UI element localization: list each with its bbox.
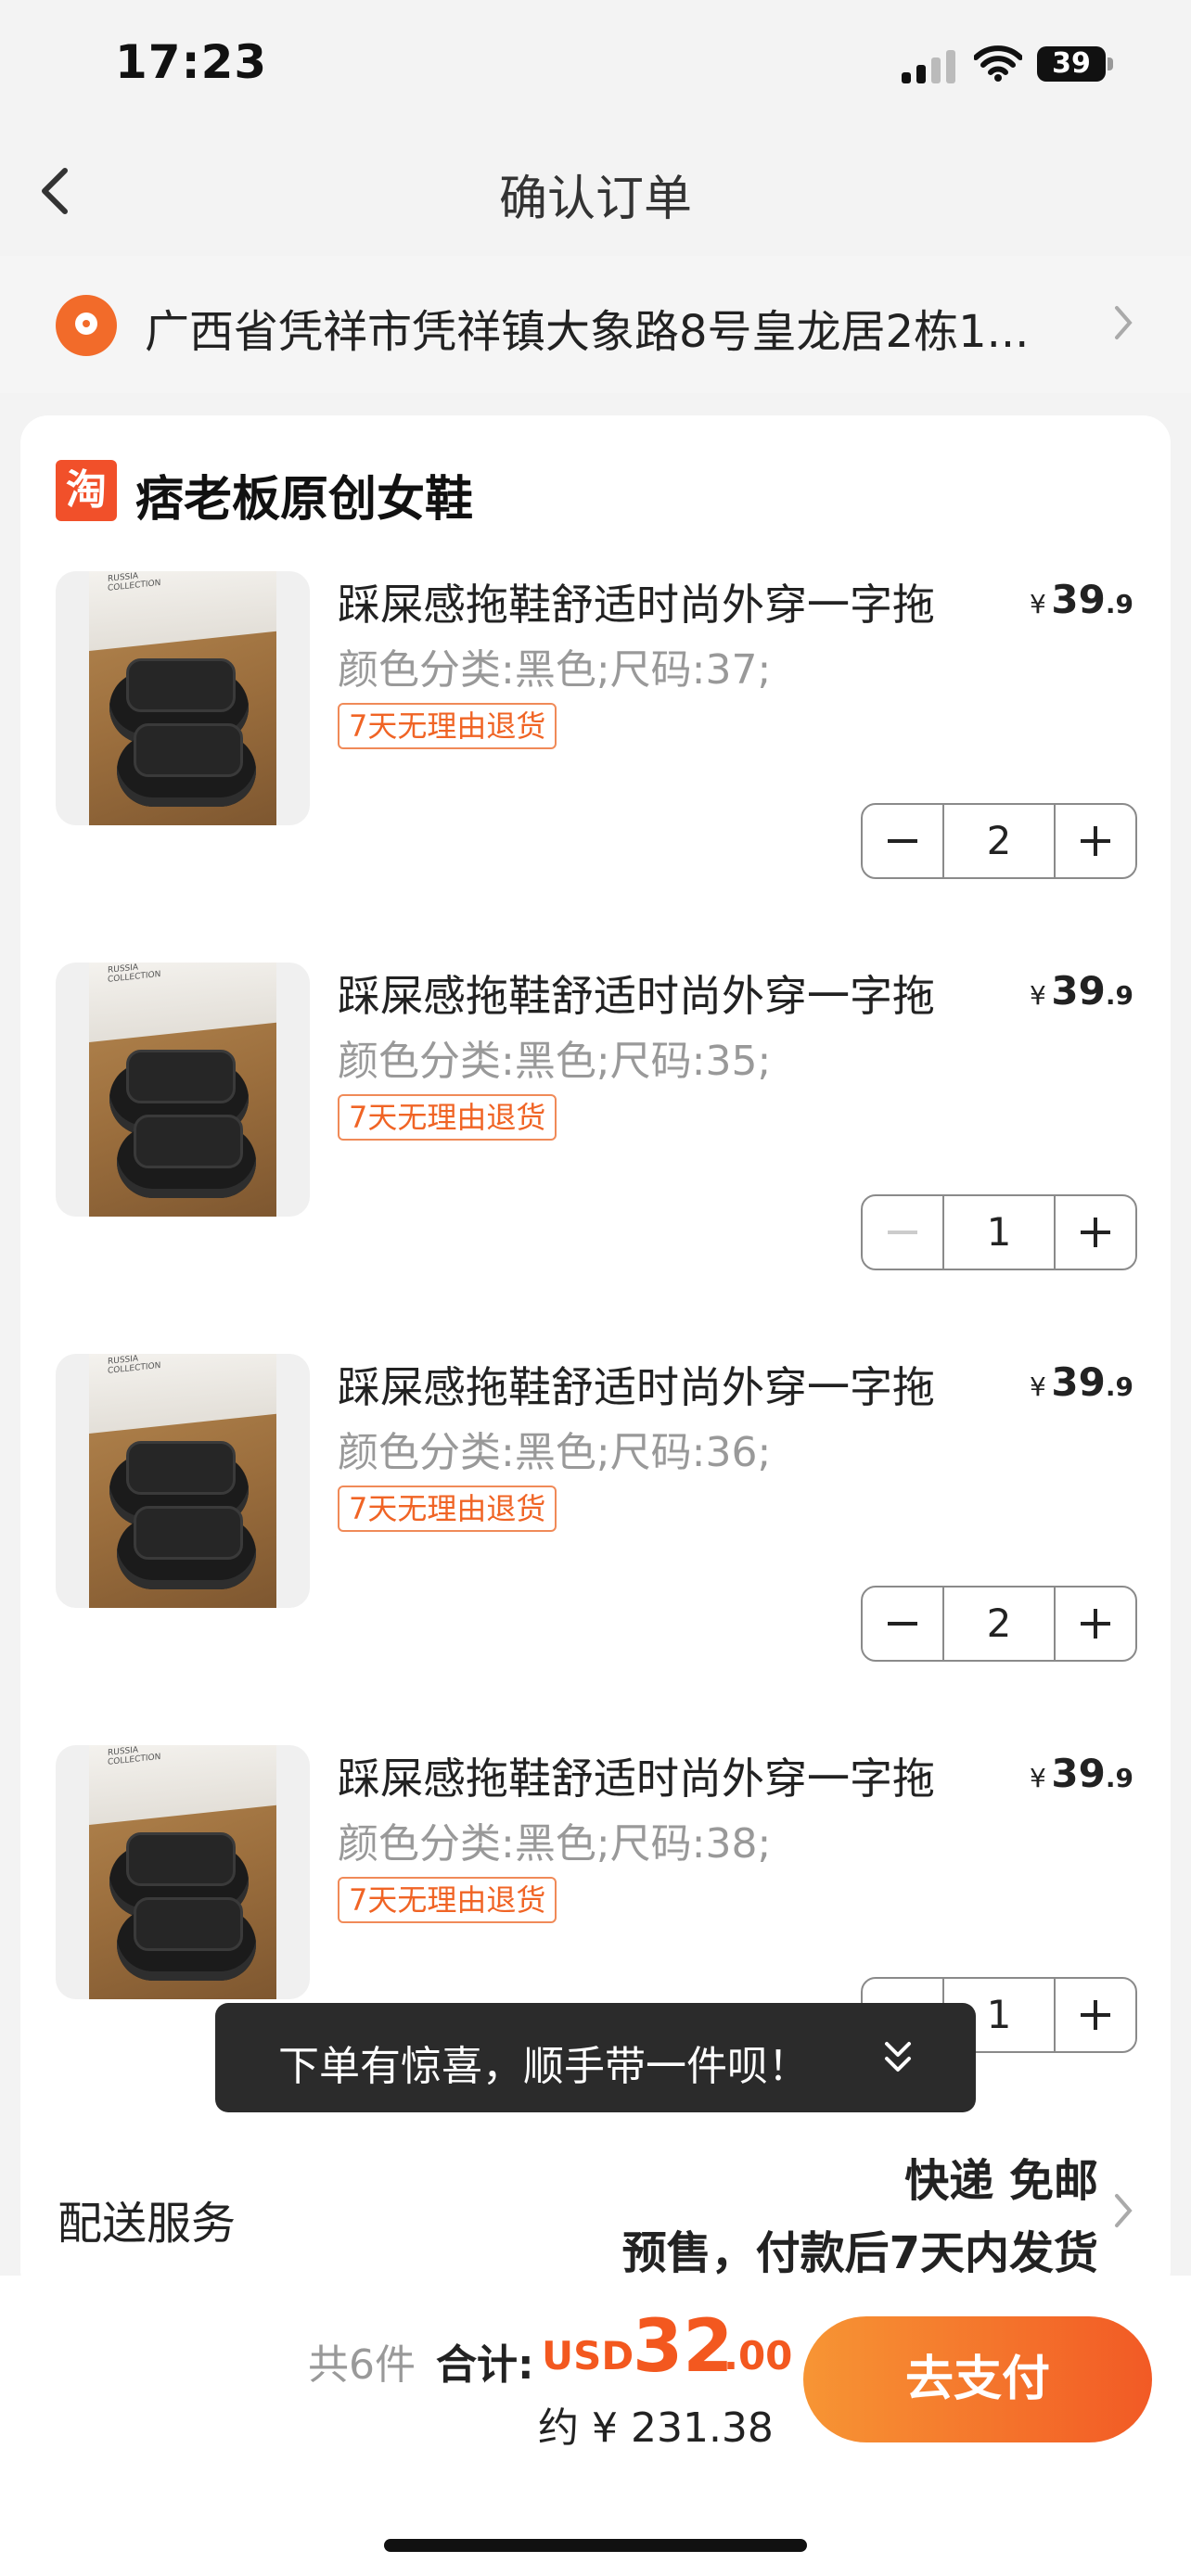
- upsell-toast[interactable]: 下单有惊喜，顺手带一件呗！: [215, 2003, 976, 2112]
- address-text[interactable]: 广西省凭祥市凭祥镇大象路8号皇龙居2栋1...: [145, 295, 1082, 360]
- increase-button[interactable]: [1054, 1588, 1135, 1660]
- total-amount-integer: 32: [633, 2305, 734, 2389]
- product-thumbnail[interactable]: RUSSIA COLLECTION: [56, 571, 310, 825]
- battery-tip: [1108, 57, 1113, 70]
- increase-button[interactable]: [1054, 805, 1135, 877]
- item-price: ¥ 39.9: [1030, 968, 1133, 1014]
- store-name[interactable]: 痞老板原创女鞋: [135, 460, 473, 529]
- item-title[interactable]: 踩屎感拖鞋舒适时尚外穿一字拖: [338, 963, 935, 1024]
- delivery-method[interactable]: 快递 免邮: [904, 2144, 1098, 2209]
- page-title: 确认订单: [498, 172, 692, 227]
- order-item: RUSSIA COLLECTION 踩屎感拖鞋舒适时尚外穿一字拖 颜色分类:黑色;…: [0, 963, 1191, 1354]
- return-policy-tag: 7天无理由退货: [338, 1877, 557, 1923]
- return-policy-tag: 7天无理由退货: [338, 1094, 557, 1141]
- approx-cny-amount: 约 ¥ 231.38: [538, 2404, 774, 2452]
- product-thumbnail[interactable]: RUSSIA COLLECTION: [56, 1745, 310, 1999]
- sandal-photo: RUSSIA COLLECTION: [89, 571, 276, 825]
- product-thumbnail[interactable]: RUSSIA COLLECTION: [56, 1354, 310, 1608]
- increase-button[interactable]: [1054, 1196, 1135, 1269]
- increase-button[interactable]: [1054, 1979, 1135, 2051]
- sandal-photo: RUSSIA COLLECTION: [89, 963, 276, 1217]
- decrease-button[interactable]: [863, 1196, 944, 1269]
- address-chevron-right-icon[interactable]: [1111, 304, 1135, 341]
- delivery-service-label: 配送服务: [58, 2198, 237, 2250]
- quantity-value[interactable]: 2: [944, 1588, 1054, 1660]
- taobao-logo: 淘: [56, 460, 117, 521]
- item-title[interactable]: 踩屎感拖鞋舒适时尚外穿一字拖: [338, 571, 935, 632]
- item-spec: 颜色分类:黑色;尺码:37;: [338, 646, 772, 694]
- item-price: ¥ 39.9: [1030, 577, 1133, 622]
- item-price: ¥ 39.9: [1030, 1751, 1133, 1796]
- cellular-signal-icon: [902, 50, 955, 83]
- total-label: 合计:: [436, 2341, 534, 2389]
- item-title[interactable]: 踩屎感拖鞋舒适时尚外穿一字拖: [338, 1354, 935, 1415]
- quantity-stepper: 2: [861, 803, 1137, 879]
- total-amount-decimal: .00: [724, 2333, 793, 2378]
- quantity-value[interactable]: 2: [944, 805, 1054, 877]
- item-title[interactable]: 踩屎感拖鞋舒适时尚外穿一字拖: [338, 1745, 935, 1806]
- toast-text: 下单有惊喜，顺手带一件呗！: [278, 2043, 809, 2090]
- item-spec: 颜色分类:黑色;尺码:38;: [338, 1820, 772, 1868]
- delivery-shipping-time[interactable]: 预售，付款后7天内发货: [622, 2216, 1098, 2281]
- quantity-stepper: 2: [861, 1586, 1137, 1662]
- item-price: ¥ 39.9: [1030, 1359, 1133, 1405]
- order-item: RUSSIA COLLECTION 踩屎感拖鞋舒适时尚外穿一字拖 颜色分类:黑色;…: [0, 571, 1191, 963]
- decrease-button[interactable]: [863, 1588, 944, 1660]
- home-indicator[interactable]: [384, 2539, 807, 2552]
- item-count: 共6件: [308, 2341, 416, 2389]
- item-spec: 颜色分类:黑色;尺码:35;: [338, 1038, 772, 1085]
- status-time: 17:23: [115, 35, 268, 89]
- battery-icon: 39: [1037, 46, 1106, 82]
- item-spec: 颜色分类:黑色;尺码:36;: [338, 1429, 772, 1476]
- pay-button[interactable]: 去支付: [803, 2316, 1152, 2442]
- sandal-photo: RUSSIA COLLECTION: [89, 1745, 276, 1999]
- return-policy-tag: 7天无理由退货: [338, 703, 557, 749]
- return-policy-tag: 7天无理由退货: [338, 1486, 557, 1532]
- double-chevron-down-icon[interactable]: [879, 2034, 916, 2081]
- total-currency: USD: [542, 2333, 634, 2378]
- order-item: RUSSIA COLLECTION 踩屎感拖鞋舒适时尚外穿一字拖 颜色分类:黑色;…: [0, 1354, 1191, 1745]
- decrease-button[interactable]: [863, 805, 944, 877]
- delivery-chevron-right-icon[interactable]: [1111, 2192, 1135, 2229]
- location-pin-icon: [56, 295, 117, 356]
- product-thumbnail[interactable]: RUSSIA COLLECTION: [56, 963, 310, 1217]
- quantity-stepper: 1: [861, 1194, 1137, 1270]
- quantity-value[interactable]: 1: [944, 1196, 1054, 1269]
- wifi-icon: [974, 45, 1022, 82]
- sandal-photo: RUSSIA COLLECTION: [89, 1354, 276, 1608]
